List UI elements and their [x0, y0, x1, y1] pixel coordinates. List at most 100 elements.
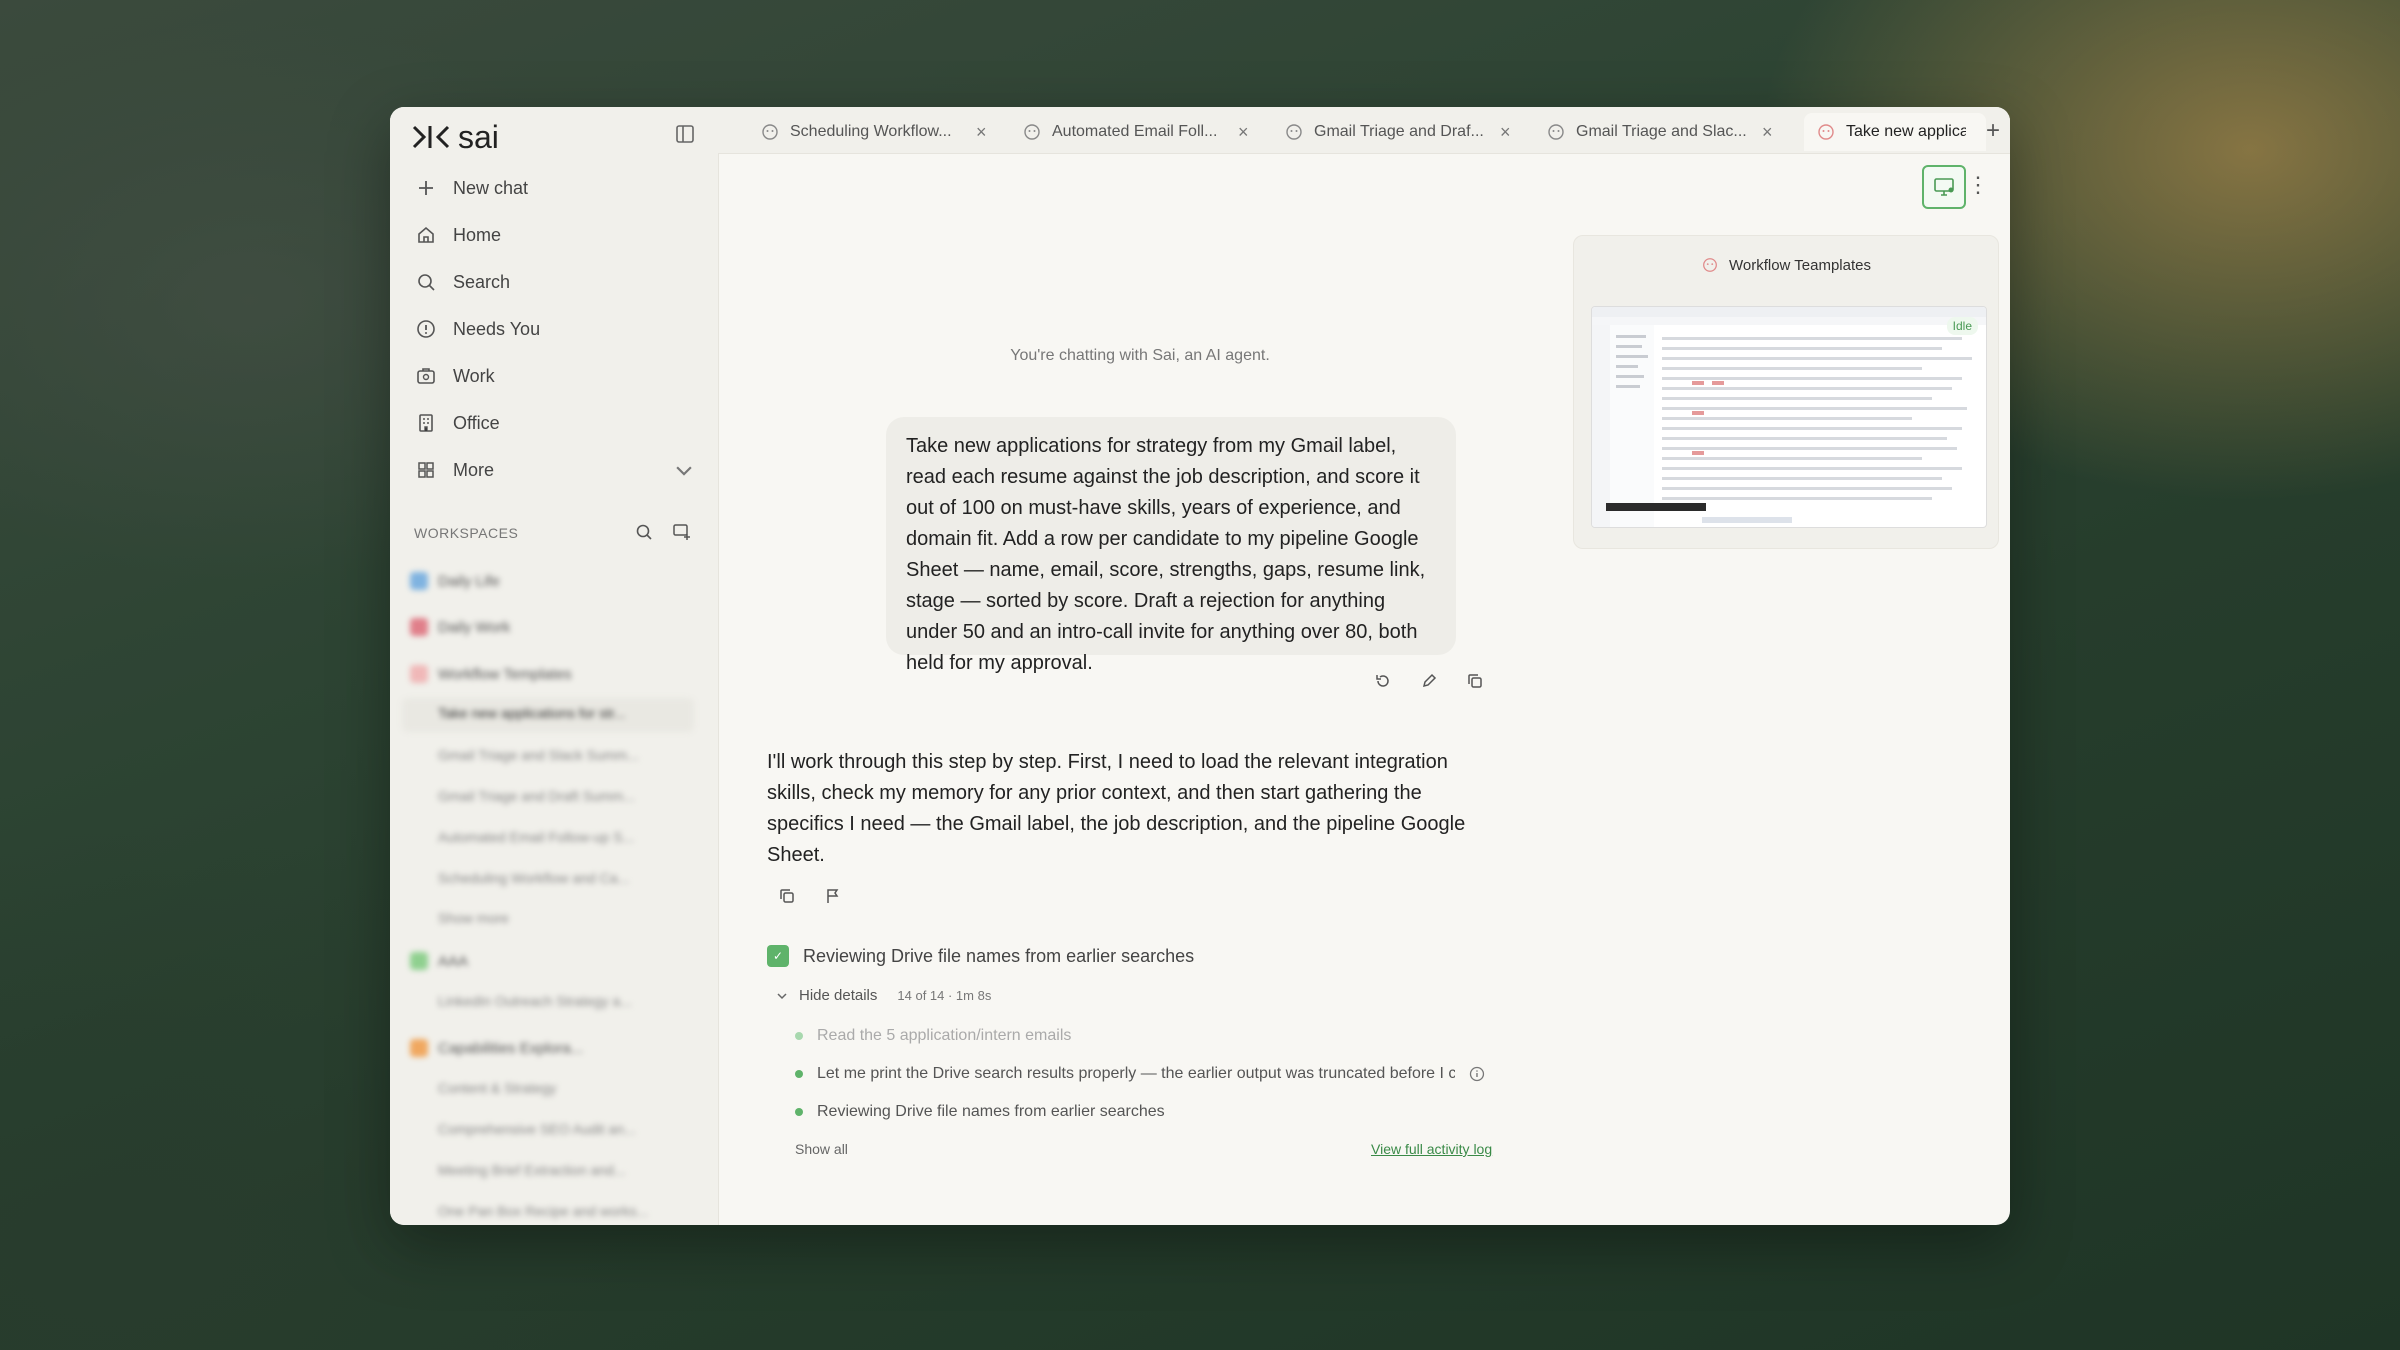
workspace-thread[interactable]: Meeting Brief Extraction and...	[438, 1162, 688, 1178]
workspace-thread[interactable]: Take new applications for str...	[438, 705, 688, 721]
tab[interactable]: Gmail Triage and Draf... ×	[1284, 113, 1534, 151]
workspace-thread[interactable]: LinkedIn Outreach Strategy a...	[438, 993, 688, 1009]
info-icon[interactable]	[1469, 1066, 1485, 1082]
details-toggle[interactable]: Hide details 14 of 14 · 1m 8s	[775, 987, 991, 1004]
nav-more[interactable]: More	[415, 455, 695, 485]
tab-bar: Scheduling Workflow... × Automated Email…	[718, 107, 2010, 154]
assistant-message: I'll work through this step by step. Fir…	[767, 751, 1466, 866]
nav-search-label: Search	[453, 271, 511, 292]
more-options-icon[interactable]: ⋮	[1967, 167, 1989, 203]
search-icon	[418, 274, 435, 291]
flag-icon[interactable]	[824, 887, 842, 905]
agent-icon	[1286, 124, 1302, 140]
workspace-thread[interactable]: Gmail Triage and Slack Summ...	[438, 747, 688, 763]
new-tab-button[interactable]: +	[1986, 117, 2000, 145]
assistant-message-actions	[778, 887, 842, 905]
activity-step-header[interactable]: ✓ Reviewing Drive file names from earlie…	[767, 945, 1194, 967]
status-dot	[795, 1108, 803, 1116]
building-icon	[419, 414, 433, 432]
sidebar-toggle-icon	[676, 125, 694, 143]
workspace-thread[interactable]: Content & Strategy	[438, 1080, 688, 1096]
logo-mark-icon	[412, 125, 450, 149]
agent-icon	[1024, 124, 1040, 140]
chevron-down-icon	[777, 992, 787, 999]
status-badge: Idle	[1946, 317, 1978, 335]
alert-circle-icon	[417, 320, 435, 338]
monitor-icon	[1934, 178, 1954, 196]
copy-icon[interactable]	[1466, 672, 1484, 690]
logo[interactable]: sai	[412, 117, 499, 157]
workspace-item[interactable]: Daily Work	[410, 615, 700, 639]
tab[interactable]: Automated Email Foll... ×	[1022, 113, 1272, 151]
workspace-thread[interactable]: Gmail Triage and Draft Summ...	[438, 788, 688, 804]
workspace-preview-card[interactable]: Workflow Teamplates Idle	[1573, 235, 1999, 549]
tab-active[interactable]: Take new applica	[1804, 113, 1986, 151]
user-message-actions	[1374, 672, 1484, 690]
nav-office-label: Office	[453, 412, 500, 433]
activity-sub-step: Read the 5 application/intern emails	[795, 1027, 1485, 1045]
workspace-item[interactable]: Daily Life	[410, 569, 700, 593]
nav-more-label: More	[453, 459, 495, 480]
details-toggle-label: Hide details	[799, 987, 878, 1004]
close-icon[interactable]: ×	[1762, 122, 1773, 143]
search-icon[interactable]	[634, 522, 654, 542]
status-dot	[795, 1070, 803, 1078]
agent-icon	[1548, 124, 1564, 140]
activity-sub-step: Let me print the Drive search results pr…	[795, 1065, 1485, 1083]
tab-label: Gmail Triage and Slac...	[1576, 123, 1746, 140]
nav-new-chat-label: New chat	[453, 177, 529, 198]
retry-icon[interactable]	[1374, 672, 1392, 690]
nav-search[interactable]: Search	[415, 267, 695, 297]
agent-icon	[762, 124, 778, 140]
screen-view-button[interactable]	[1922, 165, 1966, 209]
app-window: sai New chat Home Search Needs You Work	[390, 107, 2010, 1225]
show-more-link[interactable]: Show more	[438, 910, 688, 926]
sidebar: sai New chat Home Search Needs You Work	[390, 107, 719, 1225]
edit-icon[interactable]	[1420, 672, 1438, 690]
collapse-sidebar-button[interactable]	[672, 121, 698, 147]
agent-icon	[1818, 124, 1834, 140]
step-title: Reviewing Drive file names from earlier …	[803, 945, 1195, 966]
nav-new-chat[interactable]: New chat	[415, 173, 695, 203]
logo-text: sai	[458, 118, 499, 155]
status-dot	[795, 1032, 803, 1040]
screenshot-image	[1592, 307, 1986, 527]
nav-office[interactable]: Office	[415, 408, 695, 438]
close-icon[interactable]: ×	[976, 122, 987, 143]
copy-icon[interactable]	[778, 887, 796, 905]
new-workspace-icon[interactable]	[672, 522, 692, 542]
workspaces-header: WORKSPACES	[414, 525, 519, 541]
user-message: Take new applications for strategy from …	[886, 417, 1456, 674]
view-activity-log-link[interactable]: View full activity log	[1371, 1141, 1492, 1157]
plus-icon	[419, 181, 433, 195]
nav-needs-you-label: Needs You	[453, 318, 541, 339]
close-icon[interactable]: ×	[1238, 122, 1249, 143]
workspace-item[interactable]: Workflow Templates	[410, 662, 700, 686]
tab-label: Take new applica	[1846, 123, 1966, 140]
nav-work[interactable]: Work	[415, 361, 695, 391]
agent-icon	[1703, 258, 1717, 272]
nav-home[interactable]: Home	[415, 220, 695, 250]
nav-needs-you[interactable]: Needs You	[415, 314, 695, 344]
workspace-thread[interactable]: Comprehensive SEO Audit an...	[438, 1121, 688, 1137]
workspace-thread[interactable]: Scheduling Workflow and Ca...	[438, 870, 688, 886]
workspace-thread[interactable]: One Pan Box Recipe and works...	[438, 1203, 688, 1219]
home-icon	[418, 226, 434, 243]
briefcase-icon	[417, 368, 435, 384]
tab-label: Automated Email Foll...	[1052, 123, 1218, 140]
browser-screenshot-thumbnail[interactable]: Idle	[1591, 306, 1987, 528]
tab-label: Scheduling Workflow...	[790, 123, 952, 140]
step-status-icon: ✓	[767, 945, 789, 967]
workspace-thread[interactable]: Automated Email Follow-up S...	[438, 829, 688, 845]
workspace-item[interactable]: AAA	[410, 949, 700, 973]
grid-icon	[418, 462, 434, 478]
tab[interactable]: Gmail Triage and Slac... ×	[1546, 113, 1796, 151]
activity-sub-step: Reviewing Drive file names from earlier …	[795, 1103, 1485, 1121]
preview-title: Workflow Teamplates	[1728, 256, 1871, 274]
show-all-link[interactable]: Show all	[795, 1141, 848, 1157]
close-icon[interactable]: ×	[1500, 122, 1511, 143]
tab[interactable]: Scheduling Workflow... ×	[760, 113, 1010, 151]
chevron-down-icon	[676, 466, 692, 476]
workspace-item[interactable]: Capabilities Explora...	[410, 1036, 700, 1060]
nav-home-label: Home	[453, 224, 502, 245]
